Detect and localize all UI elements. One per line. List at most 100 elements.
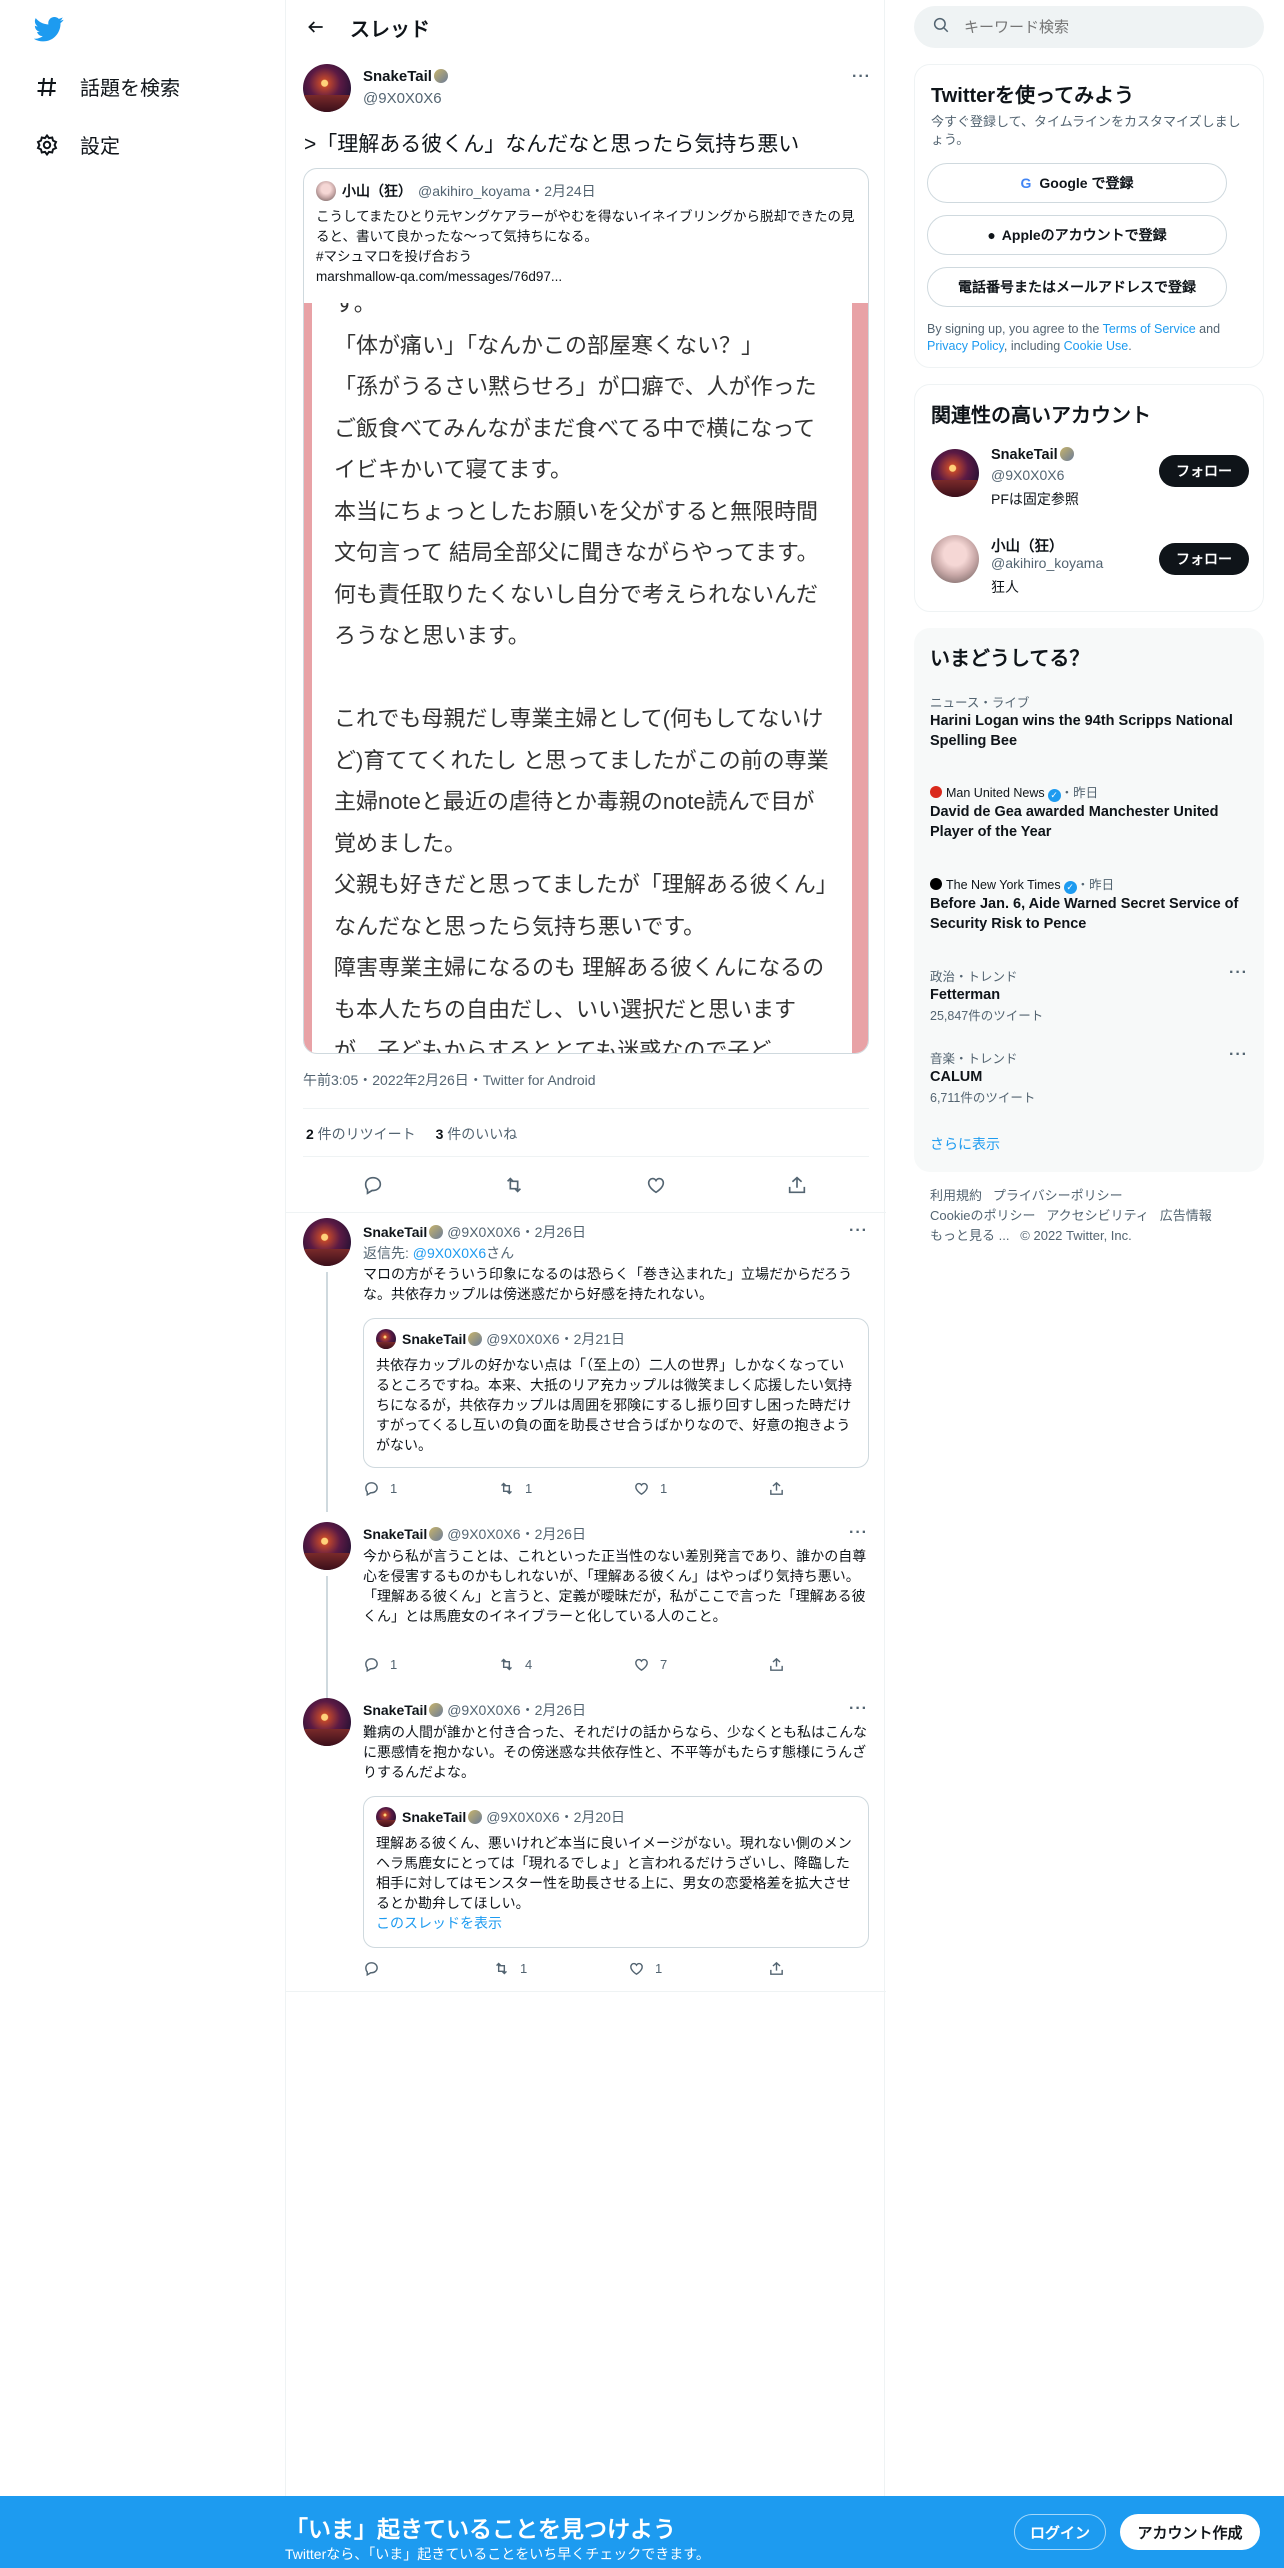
share-button[interactable] [768,1480,785,1497]
reply-to-link[interactable]: @9X0X0X6 [413,1245,486,1261]
more-options-icon[interactable]: ··· [852,68,871,86]
quoted-tweet-card[interactable]: SnakeTail @9X0X0X6 ・2月20日 理解ある彼くん、悪いけれど本当… [363,1796,869,1948]
account-row[interactable]: 小山（狂） @akihiro_koyama 狂人 フォロー [915,529,1265,609]
nav-settings[interactable]: 設定 [34,130,120,159]
trend-item[interactable]: Man United News ✓ ・昨日 David de Gea awarded … [930,782,1250,842]
retweet-count[interactable]: 2 件のリツイート [306,1126,416,1142]
trend-item[interactable]: 音楽・トレンド CALUM 6,711件のツイート [930,1048,1250,1106]
like-count[interactable]: 3 件のいいね [436,1126,518,1142]
search-input[interactable] [964,18,1234,36]
reply-button[interactable]: 1 [363,1480,397,1497]
trend-item[interactable]: The New York Times ✓ ・昨日 Before Jan. 6, Aid… [930,874,1250,934]
footer-link[interactable]: Cookieのポリシー [930,1208,1035,1223]
create-account-button[interactable]: アカウント作成 [1120,2514,1260,2550]
retweet-icon [496,1962,507,1975]
phone-signup-button[interactable]: 電話番号またはメールアドレスで登録 [927,267,1227,307]
search-box[interactable] [914,6,1264,48]
reply-date[interactable]: ・2月26日 [521,1702,586,1718]
footer-more-link[interactable]: もっと見る ... [930,1228,1009,1243]
quoted-tweet-text: 理解ある彼くん、悪いけれど本当に良いイメージがない。現れない側のメンヘラ馬鹿女に… [376,1833,858,1933]
retweet-button[interactable]: 1 [498,1480,532,1497]
like-button[interactable]: 7 [633,1656,667,1673]
footer-link[interactable]: 利用規約 [930,1188,982,1203]
follow-button[interactable]: フォロー [1159,543,1249,575]
retweet-icon[interactable] [499,1170,529,1200]
reply-date[interactable]: ・2月26日 [521,1526,586,1542]
cookie-link[interactable]: Cookie Use [1064,339,1129,353]
quoted-image[interactable]: す。 「体が痛い」「なんかこの部屋寒くない？」 「孫がうるさい黙らせろ」が口癖で… [304,303,868,1053]
show-thread-link[interactable]: このスレッドを表示 [376,1913,858,1933]
like-button[interactable]: 1 [628,1960,662,1977]
reply-tweet[interactable]: ··· SnakeTail @9X0X0X6・2月26日 難病の人間が誰かと付き… [286,1688,886,1992]
reply-tweet[interactable]: ··· SnakeTail @9X0X0X6・2月26日 返信先: @9X0X0… [286,1212,886,1512]
reply-author-name[interactable]: SnakeTail [363,1526,427,1542]
reply-text: マロの方がそういう印象になるのは恐らく「巻き込まれた」立場だからだろうな。共依存… [363,1266,853,1302]
login-button[interactable]: ログイン [1014,2514,1106,2550]
account-name[interactable]: 小山（狂） [991,535,1064,556]
reply-date[interactable]: ・2月26日 [521,1224,586,1240]
retweet-button[interactable]: 1 [493,1960,527,1977]
quoted-hashtag[interactable]: #マシュマロを投げ合おう [316,247,856,267]
avatar[interactable] [931,535,979,583]
reply-button[interactable] [363,1960,390,1977]
profile-badge-icon [468,1332,483,1346]
privacy-link[interactable]: Privacy Policy [927,339,1004,353]
like-icon[interactable] [641,1170,671,1200]
trend-item[interactable]: 政治・トレンド Fetterman 25,847件のツイート [930,966,1250,1024]
quoted-link[interactable]: marshmallow-qa.com/messages/76d97... [316,267,856,287]
back-arrow-icon[interactable] [296,7,336,47]
follow-button[interactable]: フォロー [1159,455,1249,487]
more-options-icon[interactable]: ··· [1229,964,1248,982]
google-signup-button[interactable]: G Google で登録 [927,163,1227,203]
avatar[interactable] [303,64,351,112]
trend-item[interactable]: ニュース・ライブ Harini Logan wins the 94th Scrip… [930,692,1250,751]
thread-header: スレッド [286,0,886,54]
verified-icon: ✓ [1047,789,1061,802]
retweet-button[interactable]: 4 [498,1656,532,1673]
account-row[interactable]: SnakeTail @9X0X0X6 PFは固定参照 フォロー [915,441,1265,521]
avatar[interactable] [931,449,979,497]
more-options-icon[interactable]: ··· [849,1700,868,1718]
account-bio: PFは固定参照 [991,491,1079,507]
more-options-icon[interactable]: ··· [849,1222,868,1240]
relevant-title: 関連性の高いアカウント [931,405,1151,427]
terms-link[interactable]: Terms of Service [1103,322,1196,336]
reply-button[interactable]: 1 [363,1656,397,1673]
footer-link[interactable]: プライバシーポリシー [993,1188,1123,1203]
reply-header: SnakeTail @9X0X0X6・2月26日 [363,1222,586,1242]
avatar[interactable] [303,1218,351,1266]
quoted-tweet-header: SnakeTail @9X0X0X6 ・2月21日 [376,1329,625,1349]
share-icon[interactable] [782,1170,812,1200]
reply-tweet[interactable]: ··· SnakeTail @9X0X0X6・2月26日 今から私が言うことは、… [286,1512,886,1712]
reply-icon[interactable] [358,1170,388,1200]
show-more-link[interactable]: さらに表示 [930,1134,1000,1154]
nav-explore[interactable]: 話題を検索 [34,72,180,101]
avatar[interactable] [303,1698,351,1746]
author-name[interactable]: SnakeTail [363,68,448,85]
like-button[interactable]: 1 [633,1480,667,1497]
more-options-icon[interactable]: ··· [1229,1046,1248,1064]
quoted-tweet-card[interactable]: 小山（狂） @akihiro_koyama ・2月24日 こうしてまたひとり元ヤ… [303,168,869,1054]
more-options-icon[interactable]: ··· [849,1524,868,1542]
share-button[interactable] [768,1656,785,1673]
reply-author-handle[interactable]: @9X0X0X6 [447,1702,520,1718]
reply-author-handle[interactable]: @9X0X0X6 [447,1526,520,1542]
avatar[interactable] [303,1522,351,1570]
quoted-image-text: す。 「体が痛い」「なんかこの部屋寒くない？」 「孫がうるさい黙らせろ」が口癖で… [312,303,852,1053]
footer-link[interactable]: 広告情報 [1160,1208,1212,1223]
quoted-tweet-card[interactable]: SnakeTail @9X0X0X6 ・2月21日 共依存カップルの好かない点は「… [363,1318,869,1468]
twitter-logo-icon[interactable] [33,14,64,44]
profile-badge-icon [433,69,448,83]
tweet-timestamp[interactable]: 午前3:05・2022年2月26日・Twitter for Android [303,1070,596,1090]
account-name[interactable]: SnakeTail [991,447,1074,463]
reply-author-handle[interactable]: @9X0X0X6 [447,1224,520,1240]
apple-signup-button[interactable]: ● Appleのアカウントで登録 [927,215,1227,255]
reply-icon [365,1962,378,1977]
footer-link[interactable]: アクセシビリティ [1046,1208,1149,1223]
reply-author-name[interactable]: SnakeTail [363,1702,427,1718]
share-button[interactable] [768,1960,785,1977]
profile-badge-icon [429,1225,444,1239]
reply-author-name[interactable]: SnakeTail [363,1224,427,1240]
source-avatar [930,786,942,798]
author-handle[interactable]: @9X0X0X6 [363,90,442,107]
